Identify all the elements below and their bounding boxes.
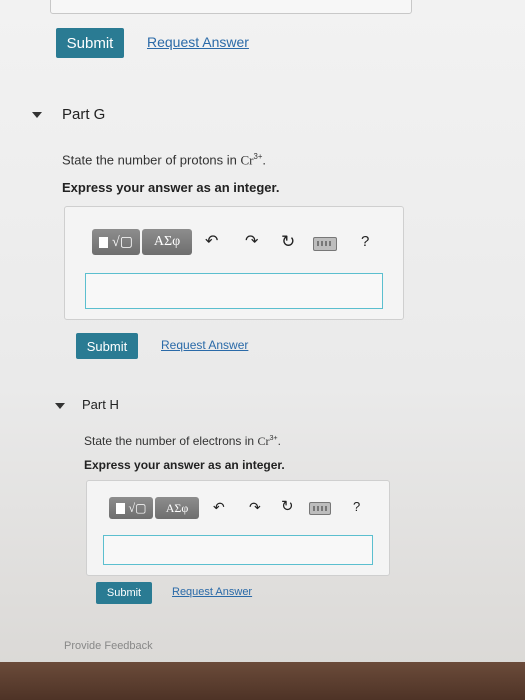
square-icon xyxy=(99,236,109,248)
greek-symbols-label: ΑΣφ xyxy=(153,234,181,249)
ion-symbol: Cr xyxy=(257,434,270,448)
part-h-answer-input[interactable] xyxy=(103,535,373,565)
part-h-request-answer-link[interactable]: Request Answer xyxy=(172,586,252,598)
part-h-title[interactable]: Part H xyxy=(82,397,119,412)
part-g-title[interactable]: Part G xyxy=(62,106,105,123)
part-f-request-answer-link[interactable]: Request Answer xyxy=(147,34,249,50)
templates-button[interactable]: √▢ xyxy=(92,229,140,255)
part-h-submit-button[interactable]: Submit xyxy=(96,582,152,604)
part-h-collapse-icon[interactable] xyxy=(55,403,65,409)
radical-icon: √▢ xyxy=(128,500,147,515)
part-g-submit-button[interactable]: Submit xyxy=(76,333,138,359)
help-icon[interactable]: ? xyxy=(353,500,360,513)
previous-answer-box[interactable] xyxy=(50,0,412,14)
reset-icon[interactable]: ↻ xyxy=(281,233,295,250)
square-icon xyxy=(115,502,125,514)
question-text: State the number of electrons in xyxy=(84,434,258,448)
question-text: State the number of protons in xyxy=(62,152,241,168)
ion-charge: 3+ xyxy=(269,433,278,442)
keyboard-icon[interactable] xyxy=(313,237,337,251)
redo-icon[interactable]: ↷ xyxy=(245,234,258,250)
part-f-submit-button[interactable]: Submit xyxy=(56,28,124,58)
desk-edge xyxy=(0,662,525,700)
part-g-request-answer-link[interactable]: Request Answer xyxy=(161,338,248,352)
reset-icon[interactable]: ↻ xyxy=(281,499,294,514)
greek-symbols-button[interactable]: ΑΣφ xyxy=(155,497,199,519)
part-g-instruction: Express your answer as an integer. xyxy=(62,180,280,195)
question-period: . xyxy=(262,152,267,168)
undo-icon[interactable]: ↶ xyxy=(205,234,218,250)
part-g-collapse-icon[interactable] xyxy=(32,112,42,118)
greek-symbols-label: ΑΣφ xyxy=(165,500,189,515)
part-h-answer-panel: √▢ ΑΣφ ↶ ↷ ↻ ? xyxy=(86,480,390,576)
part-g-answer-panel: √▢ ΑΣφ ↶ ↷ ↻ ? xyxy=(64,206,404,320)
greek-symbols-button[interactable]: ΑΣφ xyxy=(142,229,192,255)
part-g-question: State the number of protons in Cr3+. xyxy=(62,152,266,168)
templates-button[interactable]: √▢ xyxy=(109,497,153,519)
radical-icon: √▢ xyxy=(112,234,133,250)
redo-icon[interactable]: ↷ xyxy=(249,500,261,514)
part-g-answer-input[interactable] xyxy=(85,273,383,309)
ion-symbol: Cr xyxy=(240,152,254,168)
part-h-instruction: Express your answer as an integer. xyxy=(84,458,285,472)
question-period: . xyxy=(277,434,281,448)
keyboard-icon[interactable] xyxy=(309,502,331,515)
help-icon[interactable]: ? xyxy=(361,234,369,249)
part-h-question: State the number of electrons in Cr3+. xyxy=(84,433,281,449)
undo-icon[interactable]: ↶ xyxy=(213,500,225,514)
provide-feedback-link[interactable]: Provide Feedback xyxy=(64,640,153,652)
